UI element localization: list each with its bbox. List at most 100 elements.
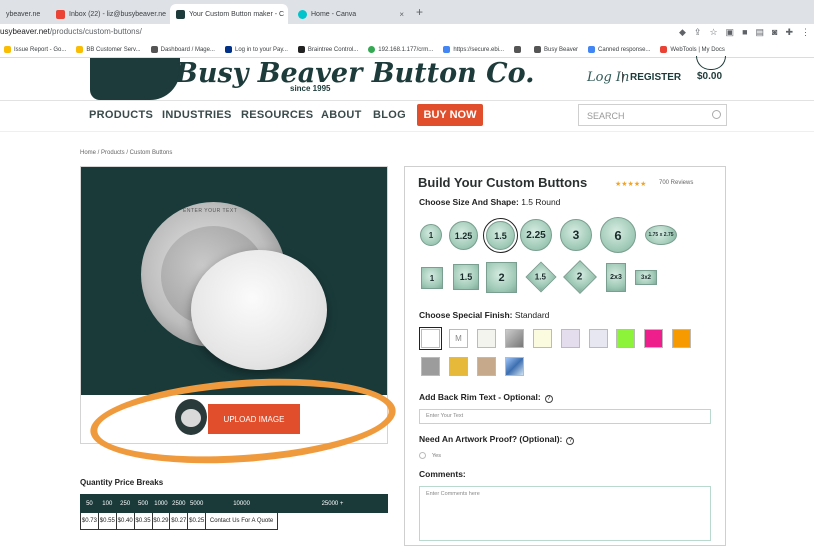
tab-label: Home - Canva [311,10,357,18]
url-text[interactable]: usybeaver.net/products/custom-buttons/ [0,27,142,36]
rim-text-preview: ENTER YOUR TEXT [183,208,238,214]
size-option-label: 1 [429,273,435,283]
finish-value: Standard [514,310,550,320]
url-host: usybeaver.net [0,27,50,36]
camera-icon[interactable]: ◙ [772,27,777,38]
nav-resources[interactable]: RESOURCES [241,109,313,121]
cart-icon[interactable] [696,56,726,70]
size-option-oval[interactable]: 1.75 x 2.75 [645,225,677,245]
bookmark-item[interactable]: Busy Beaver [534,46,578,53]
help-icon[interactable]: ? [544,395,553,403]
browser-tab[interactable]: Inbox (22) - liz@busybeaver.ne × [50,4,168,24]
price-cell: $0.29 [151,512,171,530]
close-icon[interactable]: × [395,10,404,19]
cart-total[interactable]: $0.00 [697,71,722,82]
comments-textarea[interactable]: Enter Comments here [419,486,711,541]
size-option-round-selected[interactable]: 1.5 [483,218,518,253]
size-option-round[interactable]: 2.25 [520,219,552,251]
nav-products[interactable]: PRODUCTS [89,109,153,121]
table-header-row: 50 100 250 500 1000 2500 5000 10000 2500… [80,494,388,513]
size-option-round[interactable]: 6 [600,217,636,253]
close-icon[interactable]: × [284,10,288,19]
finish-swatch-glitter[interactable] [589,329,608,348]
size-option-square[interactable]: 1 [421,267,443,289]
finish-swatch-gold[interactable] [449,357,468,376]
share-icon[interactable]: ⇪ [694,27,702,38]
help-icon[interactable]: ? [566,437,575,445]
size-option-square[interactable]: 1.5 [453,264,479,290]
bookmark-item[interactable]: Canned response... [588,46,650,53]
finish-swatch-matte[interactable]: M [449,329,468,348]
browser-tab-active[interactable]: Your Custom Button maker - C × [170,4,288,24]
menu-icon[interactable]: ⋮ [801,27,810,38]
size-option-round[interactable]: 3 [560,219,592,251]
browser-tab[interactable]: Home - Canva × [292,4,410,24]
extension-icon[interactable]: ▣ [726,27,735,38]
url-path: /products/custom-buttons/ [49,27,142,36]
browser-tab[interactable]: ybeaver.ne × [0,4,44,24]
bookmark-item[interactable]: Log in to your Pay... [224,46,288,53]
finish-swatch-silver[interactable] [505,329,524,348]
search-input[interactable]: SEARCH [578,104,727,126]
browser-tab-bar: ybeaver.ne × Inbox (22) - liz@busybeaver… [0,0,814,24]
size-option-label: 3 [572,228,580,242]
finish-swatch-bronze[interactable] [477,357,496,376]
canva-icon [298,9,307,19]
bookmark-item[interactable]: BB Customer Serv... [76,46,141,53]
size-option-rectangle[interactable]: 2x3 [606,263,626,292]
bookmark-item[interactable]: Dashboard / Mage... [150,46,215,53]
finish-swatch[interactable] [477,329,496,348]
extension-icon[interactable]: ▤ [756,27,765,38]
close-icon[interactable]: × [40,10,44,19]
rim-text-placeholder: Enter Your Text [426,413,464,419]
contact-quote-cell[interactable]: Contact Us For A Quote [205,512,278,530]
close-icon[interactable]: × [166,10,168,19]
bookmark-item[interactable]: https://secure.ebi... [443,46,504,53]
new-tab-icon[interactable]: + [416,5,423,19]
size-option-round[interactable]: 1 [420,224,442,246]
finish-swatch-gray[interactable] [421,357,440,376]
site-logo[interactable]: Busy Beaver Button Co. since 1995 [80,58,535,100]
proof-yes-radio[interactable] [419,452,426,459]
size-option-label: 1.5 [459,272,473,282]
bookmark-item[interactable]: WebTools | My Docs [660,46,725,53]
finish-swatch-neon-green[interactable] [616,329,635,348]
qty-cell: 25000 + [277,494,388,513]
nav-blog[interactable]: BLOG [373,109,406,121]
finish-swatch-holographic[interactable] [505,357,524,376]
price-cell: $0.55 [97,512,117,530]
star-icon[interactable]: ☆ [709,27,717,38]
search-icon[interactable] [712,110,721,119]
size-option-label: 1 [428,230,434,240]
rating-stars[interactable]: ★★★★★ [615,180,646,188]
comments-placeholder: Enter Comments here [426,491,480,497]
buy-now-button[interactable]: BUY NOW [417,104,483,126]
extension-icon[interactable]: ◆ [679,27,686,38]
register-link[interactable]: REGISTER [630,72,681,83]
breadcrumb[interactable]: Home / Products / Custom Buttons [80,150,172,156]
bookmark-item[interactable] [514,46,524,53]
extension-icon[interactable]: ■ [742,27,747,38]
rim-text-input[interactable]: Enter Your Text [419,409,711,424]
size-option-label: 2x3 [610,274,622,281]
address-bar[interactable]: usybeaver.net/products/custom-buttons/ ◆… [0,24,814,42]
bookmark-item[interactable]: 192.168.1.177/crm... [368,46,433,53]
reviews-link[interactable]: 700 Reviews [659,180,693,186]
bookmark-item[interactable]: Braintree Control... [297,46,358,53]
nav-about[interactable]: ABOUT [321,109,362,121]
proof-yes-label[interactable]: Yes [432,453,441,459]
price-cell: $0.27 [169,512,189,530]
size-option-square[interactable]: 2 [486,262,517,293]
finish-swatch-neon-orange[interactable] [672,329,691,348]
beaver-mascot-icon [90,58,180,100]
nav-industries[interactable]: INDUSTRIES [162,109,232,121]
size-option-rectangle[interactable]: 3x2 [635,270,657,285]
finish-swatch-glitter[interactable] [561,329,580,348]
finish-swatch-selected[interactable] [419,327,442,350]
puzzle-icon[interactable]: ✚ [785,27,793,38]
bookmark-item[interactable]: Issue Report - Go... [4,46,66,53]
finish-swatch[interactable] [533,329,552,348]
size-option-round[interactable]: 1.25 [449,221,478,250]
finish-swatch-neon-pink[interactable] [644,329,663,348]
search-placeholder: SEARCH [587,111,625,121]
